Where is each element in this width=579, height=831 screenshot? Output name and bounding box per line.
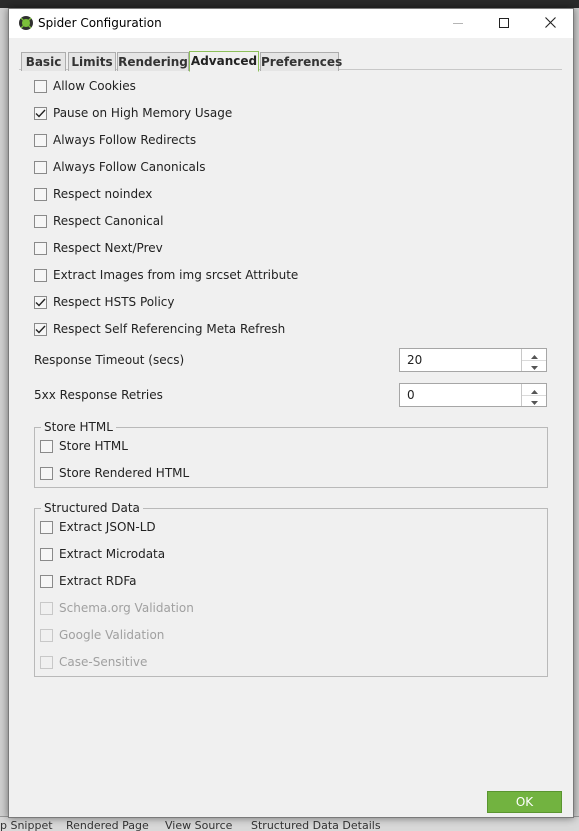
background-app-left-edge	[0, 8, 8, 816]
checkbox-label: Extract JSON-LD	[59, 520, 156, 534]
maximize-button[interactable]	[481, 9, 527, 38]
checkbox[interactable]	[34, 268, 47, 282]
checkbox[interactable]	[40, 547, 53, 561]
maximize-icon	[499, 17, 509, 31]
spider-configuration-dialog: Spider Configuration Basic Limits Render…	[8, 8, 574, 818]
tab-advanced[interactable]: Advanced	[189, 51, 259, 72]
option-respect-canonical[interactable]: Respect Canonical	[34, 212, 163, 230]
checkbox-label: Respect noindex	[53, 187, 153, 201]
option-extract-rdfa[interactable]: Extract RDFa	[40, 572, 137, 590]
background-tab-structured-data-details[interactable]: Structured Data Details	[251, 819, 381, 831]
option-schema-org-validation: Schema.org Validation	[40, 599, 194, 617]
checkbox[interactable]	[40, 466, 53, 480]
retries-decrement-button[interactable]	[522, 395, 546, 406]
checkbox-label: Allow Cookies	[53, 79, 136, 93]
checkbox-label: Respect HSTS Policy	[53, 295, 175, 309]
retries-input[interactable]	[400, 384, 524, 406]
option-store-rendered-html[interactable]: Store Rendered HTML	[40, 464, 189, 482]
checkbox-label: Respect Self Referencing Meta Refresh	[53, 322, 286, 336]
store-html-group: Store HTML Store HTML Store Rendered HTML	[34, 420, 548, 488]
option-extract-json-ld[interactable]: Extract JSON-LD	[40, 518, 156, 536]
response-timeout-spinner	[399, 348, 547, 372]
checkbox-label: Respect Next/Prev	[53, 241, 163, 255]
checkbox[interactable]	[34, 133, 47, 147]
tab-limits[interactable]: Limits	[68, 52, 116, 71]
option-case-sensitive: Case-Sensitive	[40, 653, 147, 671]
checkbox	[40, 655, 53, 669]
checkbox-label: Pause on High Memory Usage	[53, 106, 233, 120]
checkbox-label: Always Follow Redirects	[53, 133, 197, 147]
checkbox[interactable]	[34, 322, 47, 336]
option-respect-self-referencing-meta-refresh[interactable]: Respect Self Referencing Meta Refresh	[34, 320, 285, 338]
checkbox-label: Extract Microdata	[59, 547, 166, 561]
response-timeout-stepper	[521, 349, 546, 371]
checkmark-icon	[35, 325, 46, 334]
option-respect-hsts-policy[interactable]: Respect HSTS Policy	[34, 293, 174, 311]
option-always-follow-canonicals[interactable]: Always Follow Canonicals	[34, 158, 206, 176]
tab-basic[interactable]: Basic	[21, 52, 66, 71]
option-allow-cookies[interactable]: Allow Cookies	[34, 77, 136, 95]
option-pause-on-high-memory-usage[interactable]: Pause on High Memory Usage	[34, 104, 232, 122]
background-tab-rendered-page[interactable]: Rendered Page	[66, 819, 149, 831]
retries-spinner	[399, 383, 547, 407]
checkbox-label: Schema.org Validation	[59, 601, 194, 615]
dialog-title: Spider Configuration	[38, 16, 162, 30]
checkbox[interactable]	[34, 295, 47, 309]
retries-label: 5xx Response Retries	[34, 388, 163, 402]
checkbox-label: Extract RDFa	[59, 574, 137, 588]
background-tab-view-source[interactable]: View Source	[165, 819, 232, 831]
checkbox[interactable]	[40, 520, 53, 534]
response-timeout-decrement-button[interactable]	[522, 360, 546, 371]
checkbox[interactable]	[34, 106, 47, 120]
checkbox[interactable]	[34, 187, 47, 201]
retries-stepper	[521, 384, 546, 406]
checkmark-icon	[35, 109, 46, 118]
option-always-follow-redirects[interactable]: Always Follow Redirects	[34, 131, 196, 149]
checkbox[interactable]	[34, 214, 47, 228]
background-app-titlebar	[0, 0, 579, 8]
structured-data-group: Structured Data Extract JSON-LD Extract M…	[34, 501, 548, 677]
close-icon	[544, 16, 556, 31]
minimize-icon	[453, 17, 463, 31]
background-app-bottom-tabs: p Snippet Rendered Page View Source Stru…	[0, 816, 579, 831]
minimize-button[interactable]	[435, 9, 481, 38]
response-timeout-label: Response Timeout (secs)	[34, 353, 185, 367]
dialog-titlebar[interactable]: Spider Configuration	[9, 9, 573, 38]
response-timeout-input[interactable]	[400, 349, 524, 371]
checkbox[interactable]	[34, 160, 47, 174]
checkbox[interactable]	[34, 241, 47, 255]
checkbox[interactable]	[40, 439, 53, 453]
checkbox	[40, 628, 53, 642]
checkbox-label: Always Follow Canonicals	[53, 160, 206, 174]
checkbox-label: Google Validation	[59, 628, 165, 642]
checkbox[interactable]	[34, 79, 47, 93]
option-extract-images-from-img-srcset-attribute[interactable]: Extract Images from img srcset Attribute	[34, 266, 298, 284]
option-respect-next-prev[interactable]: Respect Next/Prev	[34, 239, 163, 257]
ok-button[interactable]: OK	[487, 791, 562, 813]
tab-preferences[interactable]: Preferences	[260, 52, 342, 71]
checkmark-icon	[35, 298, 46, 307]
checkbox-label: Case-Sensitive	[59, 655, 148, 669]
option-extract-microdata[interactable]: Extract Microdata	[40, 545, 165, 563]
close-button[interactable]	[527, 9, 573, 38]
chevron-down-icon	[530, 394, 538, 408]
checkbox[interactable]	[40, 574, 53, 588]
spider-app-icon	[18, 15, 34, 31]
checkbox-label: Extract Images from img srcset Attribute	[53, 268, 299, 282]
store-html-group-title: Store HTML	[41, 420, 116, 434]
tab-rendering[interactable]: Rendering	[117, 52, 189, 71]
checkbox	[40, 601, 53, 615]
chevron-down-icon	[530, 359, 538, 373]
structured-data-group-title: Structured Data	[41, 501, 143, 515]
checkbox-label: Respect Canonical	[53, 214, 164, 228]
option-google-validation: Google Validation	[40, 626, 164, 644]
checkbox-label: Store HTML	[59, 439, 128, 453]
background-tab-snippet[interactable]: p Snippet	[0, 819, 53, 831]
option-respect-noindex[interactable]: Respect noindex	[34, 185, 152, 203]
checkbox-label: Store Rendered HTML	[59, 466, 190, 480]
option-store-html[interactable]: Store HTML	[40, 437, 128, 455]
